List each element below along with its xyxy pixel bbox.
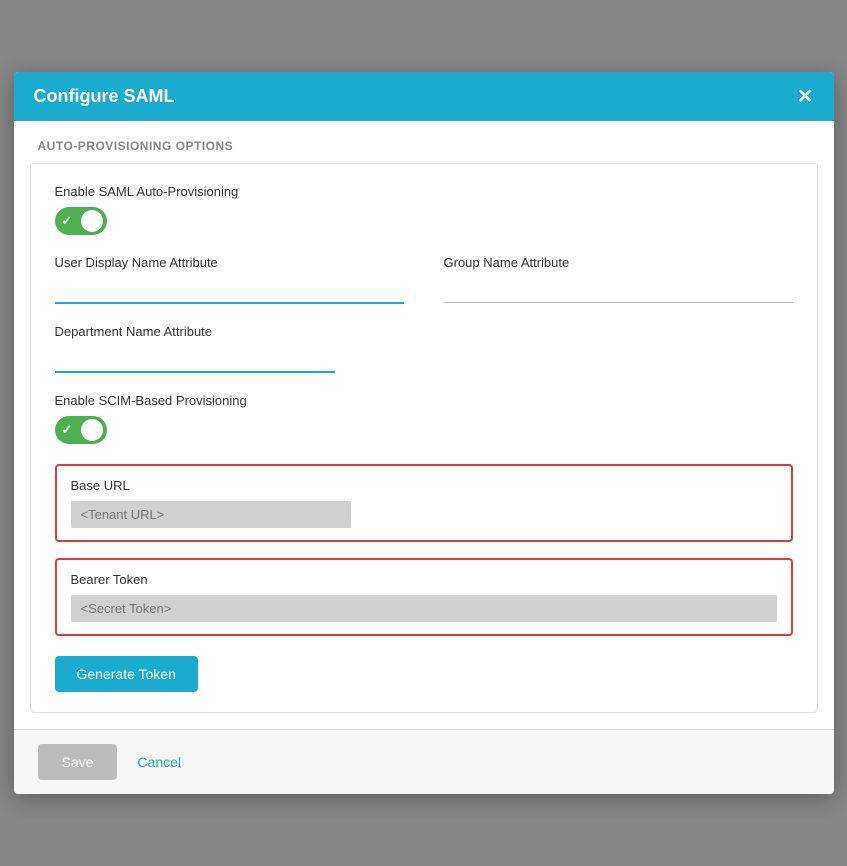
scim-toggle-container: ✓ bbox=[55, 416, 793, 444]
scim-toggle-thumb bbox=[81, 419, 103, 441]
toggle-thumb bbox=[81, 210, 103, 232]
modal-overlay: Configure SAML ✕ AUTO-PROVISIONING OPTIO… bbox=[0, 0, 847, 866]
bearer-token-input[interactable] bbox=[71, 595, 777, 622]
section-label: AUTO-PROVISIONING OPTIONS bbox=[14, 121, 834, 163]
enable-saml-label: Enable SAML Auto-Provisioning bbox=[55, 184, 793, 199]
name-attributes-row: User Display Name Attribute Group Name A… bbox=[55, 255, 793, 304]
generate-token-button[interactable]: Generate Token bbox=[55, 656, 198, 692]
base-url-input[interactable] bbox=[71, 501, 351, 528]
toggle-checkmark: ✓ bbox=[62, 213, 73, 229]
scim-toggle-track: ✓ bbox=[55, 416, 107, 444]
enable-scim-group: Enable SCIM-Based Provisioning ✓ bbox=[55, 393, 793, 444]
user-display-name-label: User Display Name Attribute bbox=[55, 255, 404, 270]
modal-body: AUTO-PROVISIONING OPTIONS Enable SAML Au… bbox=[14, 121, 834, 729]
group-name-label: Group Name Attribute bbox=[444, 255, 793, 270]
modal-title: Configure SAML bbox=[34, 86, 175, 107]
cancel-button[interactable]: Cancel bbox=[137, 744, 181, 780]
department-name-label: Department Name Attribute bbox=[55, 324, 793, 339]
department-name-group: Department Name Attribute bbox=[55, 324, 793, 373]
save-button[interactable]: Save bbox=[38, 744, 118, 780]
user-display-name-input[interactable] bbox=[55, 278, 404, 304]
modal-header: Configure SAML ✕ bbox=[14, 72, 834, 121]
bearer-token-label: Bearer Token bbox=[71, 572, 777, 587]
bearer-token-box: Bearer Token bbox=[55, 558, 793, 636]
group-name-col: Group Name Attribute bbox=[444, 255, 793, 304]
auto-provisioning-card: Enable SAML Auto-Provisioning ✓ bbox=[30, 163, 818, 713]
enable-saml-group: Enable SAML Auto-Provisioning ✓ bbox=[55, 184, 793, 235]
scim-toggle[interactable]: ✓ bbox=[55, 416, 107, 444]
department-name-input[interactable] bbox=[55, 347, 335, 373]
close-button[interactable]: ✕ bbox=[797, 87, 814, 107]
base-url-label: Base URL bbox=[71, 478, 777, 493]
scim-toggle-checkmark: ✓ bbox=[62, 422, 73, 438]
saml-toggle[interactable]: ✓ bbox=[55, 207, 107, 235]
saml-toggle-container: ✓ bbox=[55, 207, 793, 235]
group-name-input[interactable] bbox=[444, 278, 793, 303]
configure-saml-modal: Configure SAML ✕ AUTO-PROVISIONING OPTIO… bbox=[14, 72, 834, 794]
modal-footer: Save Cancel bbox=[14, 729, 834, 794]
toggle-track: ✓ bbox=[55, 207, 107, 235]
user-display-name-col: User Display Name Attribute bbox=[55, 255, 404, 304]
base-url-box: Base URL bbox=[55, 464, 793, 542]
enable-scim-label: Enable SCIM-Based Provisioning bbox=[55, 393, 793, 408]
